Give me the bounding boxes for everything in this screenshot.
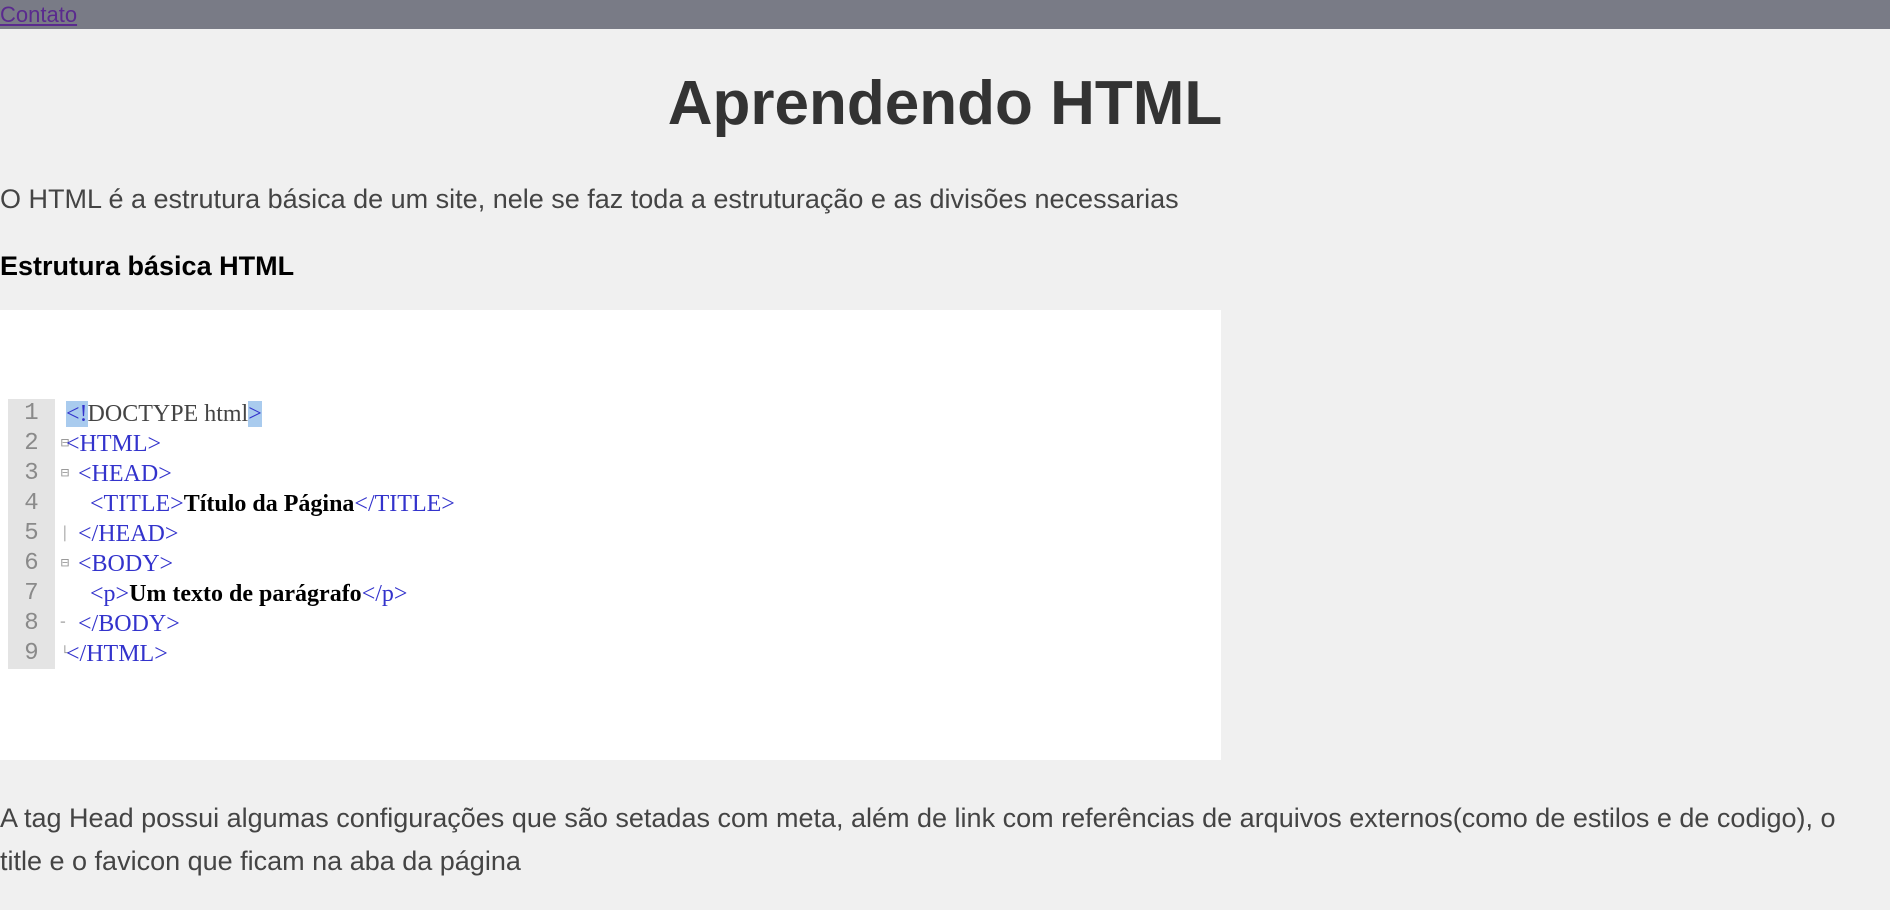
code-text: <BODY>	[66, 549, 173, 579]
code-token: Título da Página	[183, 491, 355, 517]
code-text: <!DOCTYPE html>	[66, 399, 262, 429]
line-number: 2	[8, 429, 55, 459]
code-token: <BODY>	[78, 551, 174, 577]
code-token: <p>	[90, 581, 130, 607]
code-line: 3 ⊟ <HEAD>	[8, 459, 1008, 489]
code-token: </TITLE>	[354, 491, 455, 517]
line-number: 6	[8, 549, 55, 579]
line-number: 9	[8, 639, 55, 669]
code-token: </HTML>	[66, 641, 168, 667]
line-number: 1	[8, 399, 55, 429]
code-line: 7 <p>Um texto de parágrafo</p>	[8, 579, 1008, 609]
code-text: </HEAD>	[66, 519, 178, 549]
code-token: </BODY>	[78, 611, 180, 637]
code-line: 5 │ </HEAD>	[8, 519, 1008, 549]
code-token: Um texto de parágrafo	[129, 581, 362, 607]
top-nav-bar: Contato	[0, 0, 1890, 29]
line-number: 4	[8, 489, 55, 519]
line-number: 7	[8, 579, 55, 609]
code-line: 6 ⊟ <BODY>	[8, 549, 1008, 579]
code-token: <HTML>	[66, 431, 162, 457]
page-title: Aprendendo HTML	[667, 69, 1223, 138]
code-text: </BODY>	[66, 609, 180, 639]
code-token: <HEAD>	[78, 461, 172, 487]
line-number: 8	[8, 609, 55, 639]
code-token: <TITLE>	[90, 491, 184, 517]
intro-paragraph: O HTML é a estrutura básica de um site, …	[0, 184, 1179, 214]
code-lines: 1 <!DOCTYPE html> 2 ⊟ <HTML> 3 ⊟ <HEAD> 4 <TITL…	[8, 399, 1008, 669]
code-text: <p>Um texto de parágrafo</p>	[66, 579, 407, 609]
code-line: 8 ╴ </BODY>	[8, 609, 1008, 639]
section-title: Estrutura básica HTML	[0, 251, 295, 281]
code-token: </HEAD>	[78, 521, 179, 547]
code-example-image: 1 <!DOCTYPE html> 2 ⊟ <HTML> 3 ⊟ <HEAD> 4 <TITL…	[0, 310, 1221, 760]
code-token: <!	[66, 401, 88, 427]
contact-link[interactable]: Contato	[0, 1, 77, 28]
code-token: DOCTYPE html	[87, 401, 249, 427]
code-line: 2 ⊟ <HTML>	[8, 429, 1008, 459]
code-line: 9 └ </HTML>	[8, 639, 1008, 669]
code-text: <TITLE>Título da Página</TITLE>	[66, 489, 455, 519]
code-line: 1 <!DOCTYPE html>	[8, 399, 1008, 429]
code-text: <HEAD>	[66, 459, 172, 489]
code-token: </p>	[361, 581, 408, 607]
head-tag-paragraph: A tag Head possui algumas configurações …	[0, 803, 1836, 876]
line-number: 3	[8, 459, 55, 489]
code-text: <HTML>	[66, 429, 161, 459]
line-number: 5	[8, 519, 55, 549]
code-token: >	[248, 401, 262, 427]
code-text: </HTML>	[66, 639, 168, 669]
code-line: 4 <TITLE>Título da Página</TITLE>	[8, 489, 1008, 519]
